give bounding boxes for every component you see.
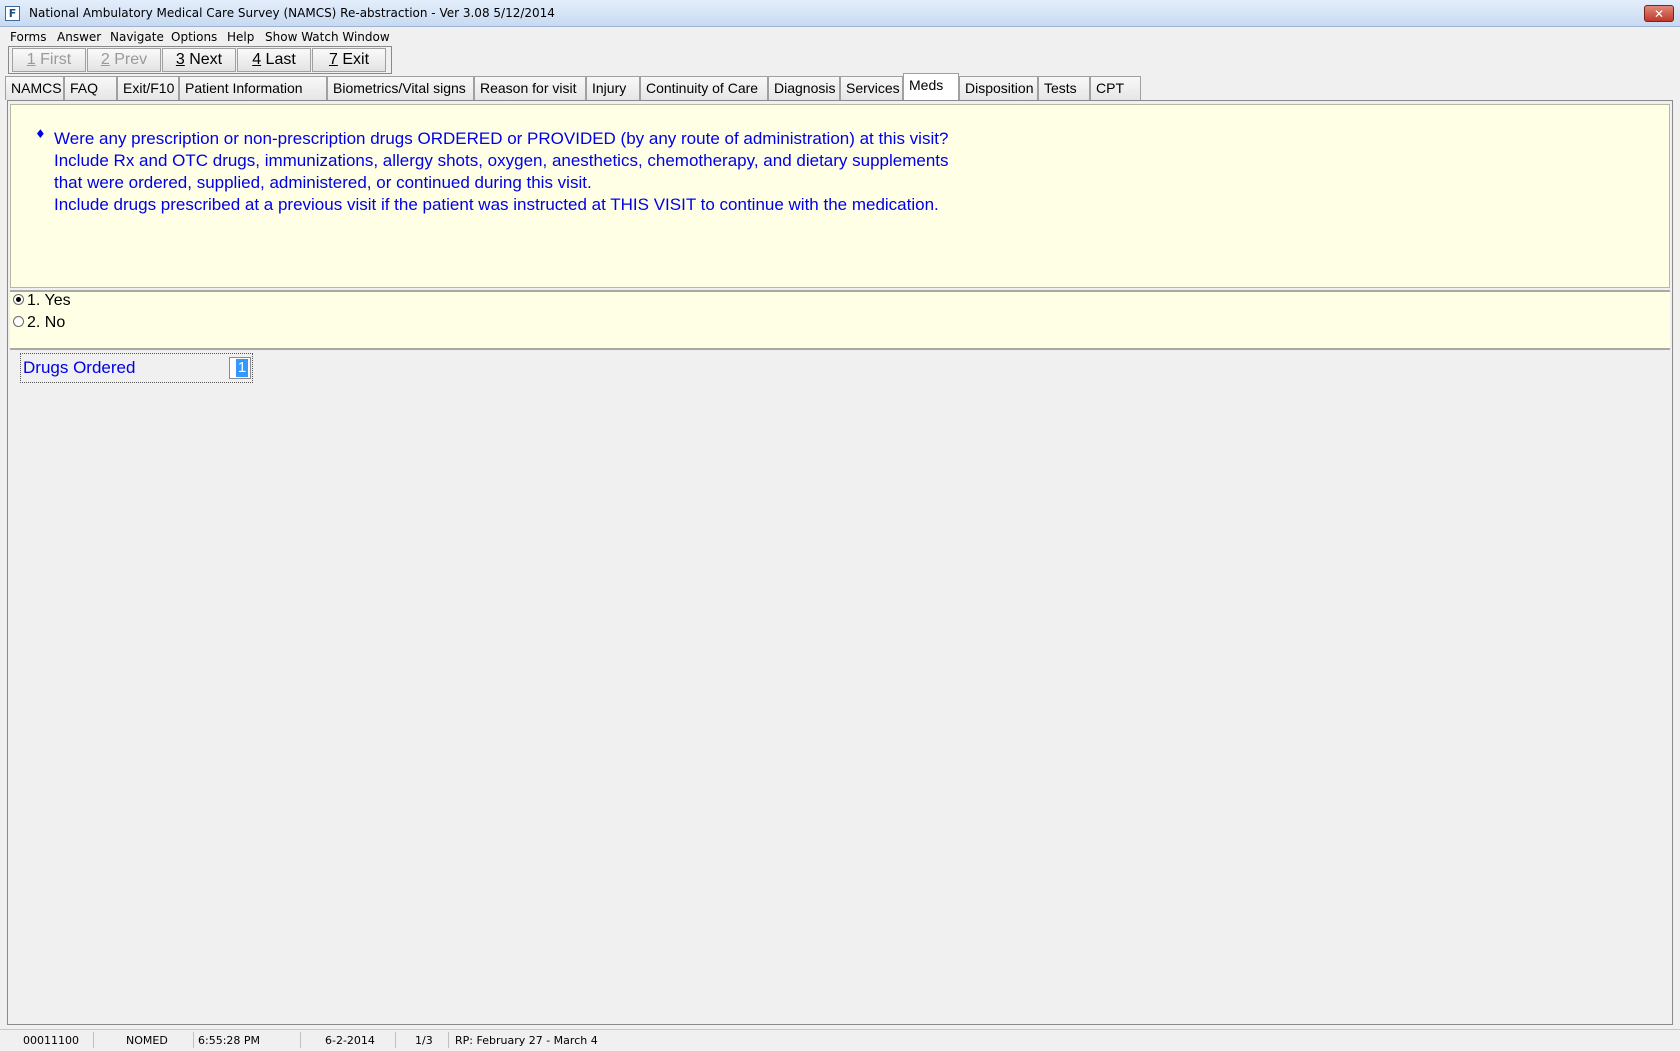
status-case-id: 00011100: [23, 1034, 79, 1047]
window-title: National Ambulatory Medical Care Survey …: [29, 6, 555, 20]
drugs-ordered-label: Drugs Ordered: [23, 358, 136, 377]
answer-option-yes[interactable]: 1. Yes: [13, 292, 71, 310]
status-divider: [300, 1032, 301, 1048]
diamond-bullet-icon: ♦: [35, 127, 46, 141]
tab-disposition[interactable]: Disposition: [959, 76, 1038, 100]
tab-services[interactable]: Services: [840, 76, 903, 100]
radio-unselected-icon[interactable]: [13, 315, 24, 327]
app-form-icon[interactable]: F: [5, 6, 20, 21]
first-hotkey: 1: [26, 51, 36, 68]
last-button[interactable]: 4 Last: [237, 48, 311, 72]
answer-label-no: 2. No: [27, 314, 66, 331]
menu-bar: Forms Answer Navigate Options Help Show …: [0, 27, 1680, 47]
question-line-1: Were any prescription or non-prescriptio…: [54, 129, 949, 148]
status-mode: NOMED: [126, 1034, 168, 1047]
status-date: 6-2-2014: [325, 1034, 375, 1047]
tab-tests[interactable]: Tests: [1038, 76, 1090, 100]
title-bar: F National Ambulatory Medical Care Surve…: [0, 0, 1680, 27]
tab-reason-for-visit[interactable]: Reason for visit: [474, 76, 586, 100]
tab-namcs[interactable]: NAMCS: [5, 76, 64, 100]
tab-exit-f10[interactable]: Exit/F10: [117, 76, 179, 100]
status-page: 1/3: [415, 1034, 433, 1047]
first-label: First: [35, 51, 72, 68]
radio-selected-icon[interactable]: [13, 293, 24, 305]
tab-faq[interactable]: FAQ: [64, 76, 117, 100]
question-line-3: that were ordered, supplied, administere…: [54, 173, 592, 192]
tab-biometrics-vital-signs[interactable]: Biometrics/Vital signs: [327, 76, 474, 100]
status-divider: [448, 1032, 449, 1048]
tab-diagnosis[interactable]: Diagnosis: [768, 76, 840, 100]
navigation-toolbar: 1 First 2 Prev 3 Next 4 Last 7 Exit: [8, 46, 392, 74]
drugs-ordered-field: Drugs Ordered 1: [20, 353, 253, 383]
form-panel: ♦ Were any prescription or non-prescript…: [7, 100, 1673, 1025]
menu-options[interactable]: Options: [171, 30, 217, 44]
tab-continuity-of-care[interactable]: Continuity of Care: [640, 76, 768, 100]
status-divider: [395, 1032, 396, 1048]
answer-options: 1. Yes 2. No: [10, 290, 1670, 350]
exit-label: Exit: [337, 51, 370, 68]
status-bar: 00011100 NOMED 6:55:28 PM 6-2-2014 1/3 R…: [0, 1029, 1680, 1051]
answer-label-yes: 1. Yes: [27, 292, 71, 309]
tab-patient-information[interactable]: Patient Information: [179, 76, 327, 100]
prev-button[interactable]: 2 Prev: [87, 48, 161, 72]
answer-option-no[interactable]: 2. No: [13, 314, 65, 332]
next-button[interactable]: 3 Next: [162, 48, 236, 72]
menu-answer[interactable]: Answer: [57, 30, 101, 44]
tab-cpt[interactable]: CPT: [1090, 76, 1141, 100]
exit-button[interactable]: 7 Exit: [312, 48, 386, 72]
last-hotkey: 4: [252, 51, 262, 68]
question-line-4: Include drugs prescribed at a previous v…: [54, 195, 939, 214]
close-button[interactable]: ✕: [1644, 5, 1674, 22]
status-period: RP: February 27 - March 4: [455, 1034, 598, 1047]
prev-label: Prev: [109, 51, 148, 68]
menu-forms[interactable]: Forms: [10, 30, 46, 44]
drugs-ordered-value: 1: [236, 359, 248, 377]
question-line-2: Include Rx and OTC drugs, immunizations,…: [54, 151, 949, 170]
prev-hotkey: 2: [100, 51, 110, 68]
status-time: 6:55:28 PM: [198, 1034, 261, 1047]
tab-injury[interactable]: Injury: [586, 76, 640, 100]
question-panel: ♦ Were any prescription or non-prescript…: [10, 104, 1670, 288]
tab-meds[interactable]: Meds: [903, 73, 959, 100]
next-hotkey: 3: [175, 51, 185, 68]
exit-hotkey: 7: [328, 51, 338, 68]
status-divider: [193, 1032, 194, 1048]
status-divider: [93, 1032, 94, 1048]
menu-help[interactable]: Help: [227, 30, 254, 44]
last-label: Last: [261, 51, 296, 68]
drugs-ordered-input[interactable]: 1: [229, 357, 251, 379]
next-label: Next: [184, 51, 223, 68]
menu-navigate[interactable]: Navigate: [110, 30, 164, 44]
first-button[interactable]: 1 First: [12, 48, 86, 72]
menu-show-watch-window[interactable]: Show Watch Window: [265, 30, 390, 44]
